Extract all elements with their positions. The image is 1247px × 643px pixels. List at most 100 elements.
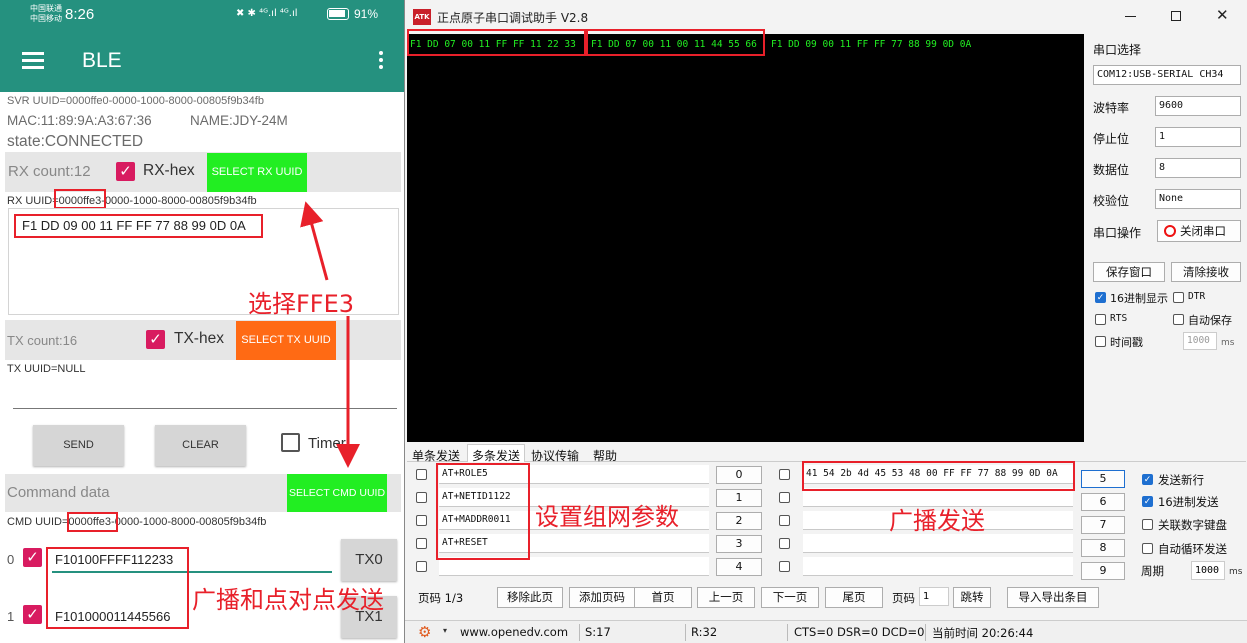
auto-save-checkbox[interactable] (1173, 314, 1184, 325)
row-left-checkbox[interactable] (416, 538, 427, 549)
last-page-button[interactable]: 尾页 (825, 587, 883, 608)
hex-send-checkbox[interactable]: ✓ (1142, 496, 1153, 507)
row-send-button[interactable]: 4 (716, 558, 762, 576)
jump-button[interactable]: 跳转 (953, 587, 991, 608)
app-logo-icon: ATK (413, 9, 431, 25)
row-data-field[interactable] (803, 557, 1073, 576)
row-left-checkbox[interactable] (416, 561, 427, 572)
hex-display-label: 16进制显示 (1110, 292, 1168, 305)
row-send-button-b[interactable]: 5 (1081, 470, 1125, 488)
auto-loop-label: 自动循环发送 (1158, 542, 1227, 556)
status-divider (685, 624, 686, 641)
close-port-button[interactable]: 关闭串口 (1157, 220, 1241, 242)
rts-label: RTS (1110, 313, 1128, 324)
maximize-icon[interactable] (1171, 11, 1181, 21)
page-number-label: 页码 (892, 591, 915, 605)
receive-count: R:32 (691, 625, 718, 639)
interval-unit: ms (1221, 338, 1235, 348)
data-bits-label: 数据位 (1093, 163, 1130, 177)
auto-save-label: 自动保存 (1188, 314, 1232, 327)
close-port-label: 关闭串口 (1180, 224, 1226, 238)
port-op-label: 串口操作 (1093, 226, 1142, 240)
send-newline-checkbox[interactable]: ✓ (1142, 474, 1153, 485)
timestamp-interval-input[interactable]: 1000 (1183, 332, 1217, 350)
status-divider (579, 624, 580, 641)
row-left-checkbox[interactable] (416, 469, 427, 480)
arrow-to-rx-uuid (300, 201, 329, 281)
close-icon[interactable]: ✕ (1216, 6, 1229, 24)
window-title: 正点原子串口调试助手 V2.8 (437, 11, 589, 25)
dtr-checkbox[interactable] (1173, 292, 1184, 303)
window-status-bar: ⚙ ▾ www.openedv.com S:17 R:32 CTS=0 DSR=… (405, 620, 1247, 643)
remove-page-button[interactable]: 移除此页 (497, 587, 563, 608)
send-count: S:17 (585, 625, 611, 639)
broadcast-data-highlight-box (802, 461, 1075, 491)
baud-select[interactable]: 9600 (1155, 96, 1241, 116)
period-label: 周期 (1141, 564, 1164, 578)
period-unit: ms (1229, 567, 1243, 577)
clear-receive-button[interactable]: 清除接收 (1171, 262, 1241, 282)
row-send-button-b[interactable]: 6 (1081, 493, 1125, 511)
rts-checkbox[interactable] (1095, 314, 1106, 325)
port-status-icon (1164, 225, 1176, 237)
timestamp-label: 时间戳 (1110, 336, 1143, 349)
received-line-3: F1 DD 09 00 11 FF FF 77 88 99 0D 0A (771, 39, 972, 50)
tab-single-send[interactable]: 单条发送 (412, 447, 460, 464)
status-divider (787, 624, 788, 641)
data-bits-select[interactable]: 8 (1155, 158, 1241, 178)
row-send-button[interactable]: 0 (716, 466, 762, 484)
add-page-button[interactable]: 添加页码 (569, 587, 635, 608)
row-send-button[interactable]: 3 (716, 535, 762, 553)
auto-loop-checkbox[interactable] (1142, 543, 1153, 554)
row-send-button-b[interactable]: 9 (1081, 562, 1125, 580)
row-send-button-b[interactable]: 7 (1081, 516, 1125, 534)
next-page-button[interactable]: 下一页 (761, 587, 819, 608)
stop-bits-select[interactable]: 1 (1155, 127, 1241, 147)
row-right-checkbox[interactable] (779, 469, 790, 480)
page-indicator: 页码 1/3 (418, 591, 464, 605)
annotation-arrows (300, 201, 360, 468)
row-right-checkbox[interactable] (779, 561, 790, 572)
current-time: 当前时间 20:26:44 (932, 626, 1034, 640)
row-data-field[interactable] (803, 534, 1073, 553)
line-status: CTS=0 DSR=0 DCD=0 (794, 625, 925, 639)
annotation-broadcast-send: 广播发送 (889, 507, 985, 535)
receive-terminal[interactable]: F1 DD 07 00 11 FF FF 11 22 33 F1 DD 07 0… (407, 29, 1084, 442)
page-number-input[interactable]: 1 (919, 587, 949, 606)
prev-page-button[interactable]: 上一页 (697, 587, 755, 608)
received-highlight-2 (586, 29, 765, 56)
row-send-button[interactable]: 2 (716, 512, 762, 530)
serial-assistant-window: ATK 正点原子串口调试助手 V2.8 ✕ F1 DD 07 00 11 FF … (404, 0, 1247, 643)
row-send-button[interactable]: 1 (716, 489, 762, 507)
first-page-button[interactable]: 首页 (634, 587, 692, 608)
row-send-button-b[interactable]: 8 (1081, 539, 1125, 557)
send-newline-label: 发送新行 (1158, 473, 1204, 487)
row-left-checkbox[interactable] (416, 515, 427, 526)
hex-display-checkbox[interactable]: ✓ (1095, 292, 1106, 303)
dropdown-arrow-icon[interactable]: ▾ (443, 626, 447, 635)
tab-multi-send[interactable]: 多条发送 (467, 444, 526, 463)
minimize-icon[interactable] (1125, 16, 1136, 17)
stop-bits-label: 停止位 (1093, 132, 1130, 146)
link-keypad-label: 关联数字键盘 (1158, 518, 1227, 532)
port-select[interactable]: COM12:USB-SERIAL CH34 (1093, 65, 1241, 85)
received-highlight-1 (407, 29, 586, 56)
link-keypad-checkbox[interactable] (1142, 519, 1153, 530)
tab-help[interactable]: 帮助 (593, 447, 617, 464)
settings-gear-icon[interactable]: ⚙ (418, 623, 431, 641)
port-label: 串口选择 (1093, 43, 1142, 57)
import-export-button[interactable]: 导入导出条目 (1007, 587, 1099, 608)
row-left-checkbox[interactable] (416, 492, 427, 503)
timestamp-checkbox[interactable] (1095, 336, 1106, 347)
save-window-button[interactable]: 保存窗口 (1093, 262, 1165, 282)
at-commands-highlight-box (436, 463, 530, 560)
period-input[interactable]: 1000 (1191, 561, 1225, 580)
row-right-checkbox[interactable] (779, 538, 790, 549)
row-right-checkbox[interactable] (779, 515, 790, 526)
website-link[interactable]: www.openedv.com (460, 625, 568, 639)
parity-label: 校验位 (1093, 194, 1130, 208)
dtr-label: DTR (1188, 291, 1206, 302)
tab-protocol[interactable]: 协议传输 (531, 447, 579, 464)
parity-select[interactable]: None (1155, 189, 1241, 209)
row-right-checkbox[interactable] (779, 492, 790, 503)
